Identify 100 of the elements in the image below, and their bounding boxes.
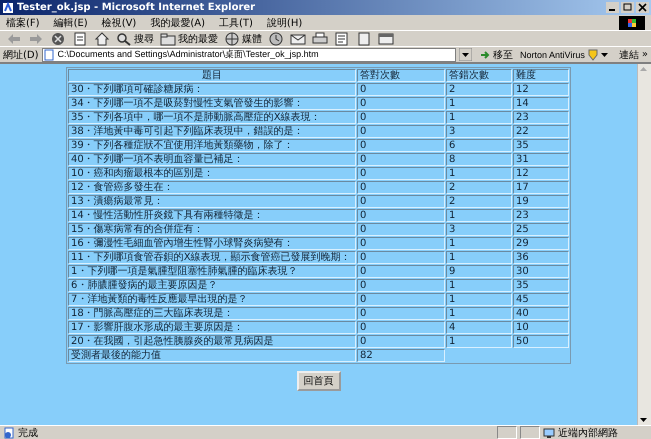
search-icon [116, 32, 132, 46]
table-cell: 1 [446, 307, 512, 320]
menu-item[interactable]: 工具(T) [219, 16, 253, 30]
table-cell: 2 [446, 83, 512, 96]
table-cell: 45 [513, 293, 569, 306]
table-cell: 0 [357, 181, 445, 194]
address-field[interactable]: C:\Documents and Settings\Administrator\桌面\Tester_ok_jsp.htm [42, 48, 456, 62]
column-header: 答對次數 [357, 69, 445, 82]
table-cell: 35 [513, 139, 569, 152]
table-cell: 0 [357, 237, 445, 250]
table-cell: 1 [446, 167, 512, 180]
table-cell: 0 [357, 321, 445, 334]
menu-item[interactable]: 檢視(V) [102, 16, 136, 30]
house-icon[interactable] [94, 32, 110, 46]
menu-item[interactable]: 檔案(F) [6, 16, 40, 30]
table-cell: 0 [357, 223, 445, 236]
table-cell: 35・下列各項中，哪一項不是肺動脈高壓症的X線表現： [68, 111, 356, 124]
table-cell: 0 [357, 97, 445, 110]
table-cell: 1・下列哪一項是氣腫型阻塞性肺氣腫的臨床表現？ [68, 265, 356, 278]
table-cell: 29 [513, 237, 569, 250]
table-cell: 12・食管癌多發生在： [68, 181, 356, 194]
table-cell: 23 [513, 111, 569, 124]
table-cell: 25 [513, 223, 569, 236]
zone-text: 近端內部網路 [558, 426, 619, 439]
menu-item[interactable]: 說明(H) [266, 16, 302, 30]
table-cell: 36 [513, 251, 569, 264]
caret-icon[interactable] [600, 52, 608, 56]
status-text: 完成 [18, 426, 38, 439]
table-cell: 0 [357, 265, 445, 278]
table-cell: 6・肺膿腫發病的最主要原因是？ [68, 279, 356, 292]
table-cell: 0 [357, 83, 445, 96]
table-cell: 10・癌和肉瘤最根本的區別是： [68, 167, 356, 180]
toolbar-button[interactable]: 搜尋 [116, 32, 154, 46]
table-cell: 1 [446, 111, 512, 124]
table-cell: 6 [446, 139, 512, 152]
dropdown-arrow-icon[interactable] [459, 48, 472, 61]
browser-icon [2, 2, 14, 14]
table-cell: 1 [446, 209, 512, 222]
window-title: Tester_ok.jsp - Microsoft Internet Explorer [17, 2, 256, 13]
table-cell: 40・下列哪一項不表明血容量已補足： [68, 153, 356, 166]
table-cell: 17 [513, 181, 569, 194]
table-cell: 4 [446, 321, 512, 334]
table-cell: 15・傷寒病常有的合併症有： [68, 223, 356, 236]
table-cell: 30・下列哪項可確診糖尿病： [68, 83, 356, 96]
table-cell: 2 [446, 195, 512, 208]
printer-icon[interactable] [312, 32, 328, 46]
page-icon[interactable] [72, 32, 88, 46]
table-cell: 23 [513, 209, 569, 222]
table-cell: 8 [446, 153, 512, 166]
menu-item[interactable]: 我的最愛(A) [150, 16, 205, 30]
table-cell: 1 [446, 335, 512, 348]
table-cell: 0 [357, 139, 445, 152]
table-cell: 7・洋地黃類的毒性反應最早出現的是？ [68, 293, 356, 306]
table-cell: 40 [513, 307, 569, 320]
table-cell: 35 [513, 279, 569, 292]
table-cell: 30 [513, 265, 569, 278]
menu-item[interactable]: 編輯(E) [54, 16, 88, 30]
plugin-label: Norton AntiVirus [520, 50, 585, 60]
table-cell: 3 [446, 125, 512, 138]
intranet-icon [543, 426, 555, 438]
table-cell: 1 [446, 97, 512, 110]
links-button[interactable]: 連結 [618, 48, 639, 62]
globe-icon [224, 32, 240, 46]
table-cell: 1 [446, 237, 512, 250]
home-button[interactable]: 回首頁 [296, 371, 340, 391]
close-icon[interactable] [636, 2, 649, 13]
window-icon[interactable] [378, 32, 394, 46]
table-cell: 9 [446, 265, 512, 278]
table-cell: 18・門脈高壓症的三大臨床表現是： [68, 307, 356, 320]
go-button[interactable]: 移至 [475, 48, 517, 62]
table-cell: 0 [357, 209, 445, 222]
page-icon[interactable] [356, 32, 372, 46]
envelope-icon[interactable] [290, 32, 306, 46]
stop-icon[interactable] [50, 32, 66, 46]
scrollbar[interactable] [637, 64, 651, 425]
minimize-icon[interactable] [606, 2, 619, 13]
table-cell: 34・下列哪一項不是吸菸對慢性支氣管發生的影響： [68, 97, 356, 110]
table-cell: 16・彌漫性毛細血管內增生性腎小球腎炎病變有： [68, 237, 356, 250]
table-cell: 0 [357, 153, 445, 166]
folder-icon [160, 32, 176, 46]
shield-icon[interactable] [588, 48, 598, 60]
table-cell: 19 [513, 195, 569, 208]
table-cell: 31 [513, 153, 569, 166]
table-cell: 1 [446, 251, 512, 264]
toolbar-button[interactable]: 媒體 [224, 32, 262, 46]
table-cell: 12 [513, 83, 569, 96]
table-cell: 17・影響肝腹水形成的最主要原因是： [68, 321, 356, 334]
table-cell: 39・下列各種症狀不宜使用洋地黃類藥物，除了： [68, 139, 356, 152]
table-cell: 2 [446, 181, 512, 194]
table-cell: 82 [357, 349, 445, 362]
table-cell: 1 [446, 279, 512, 292]
more-button[interactable]: » [642, 49, 648, 60]
clock-icon[interactable] [268, 32, 284, 46]
maximize-icon[interactable] [621, 2, 634, 13]
arrow-icon [479, 48, 491, 60]
toolbar-button[interactable]: 我的最愛 [160, 32, 218, 46]
table-cell: 受測者最後的能力值 [68, 349, 356, 362]
table-cell: 10 [513, 321, 569, 334]
document-icon[interactable] [334, 32, 350, 46]
table-cell: 0 [357, 279, 445, 292]
